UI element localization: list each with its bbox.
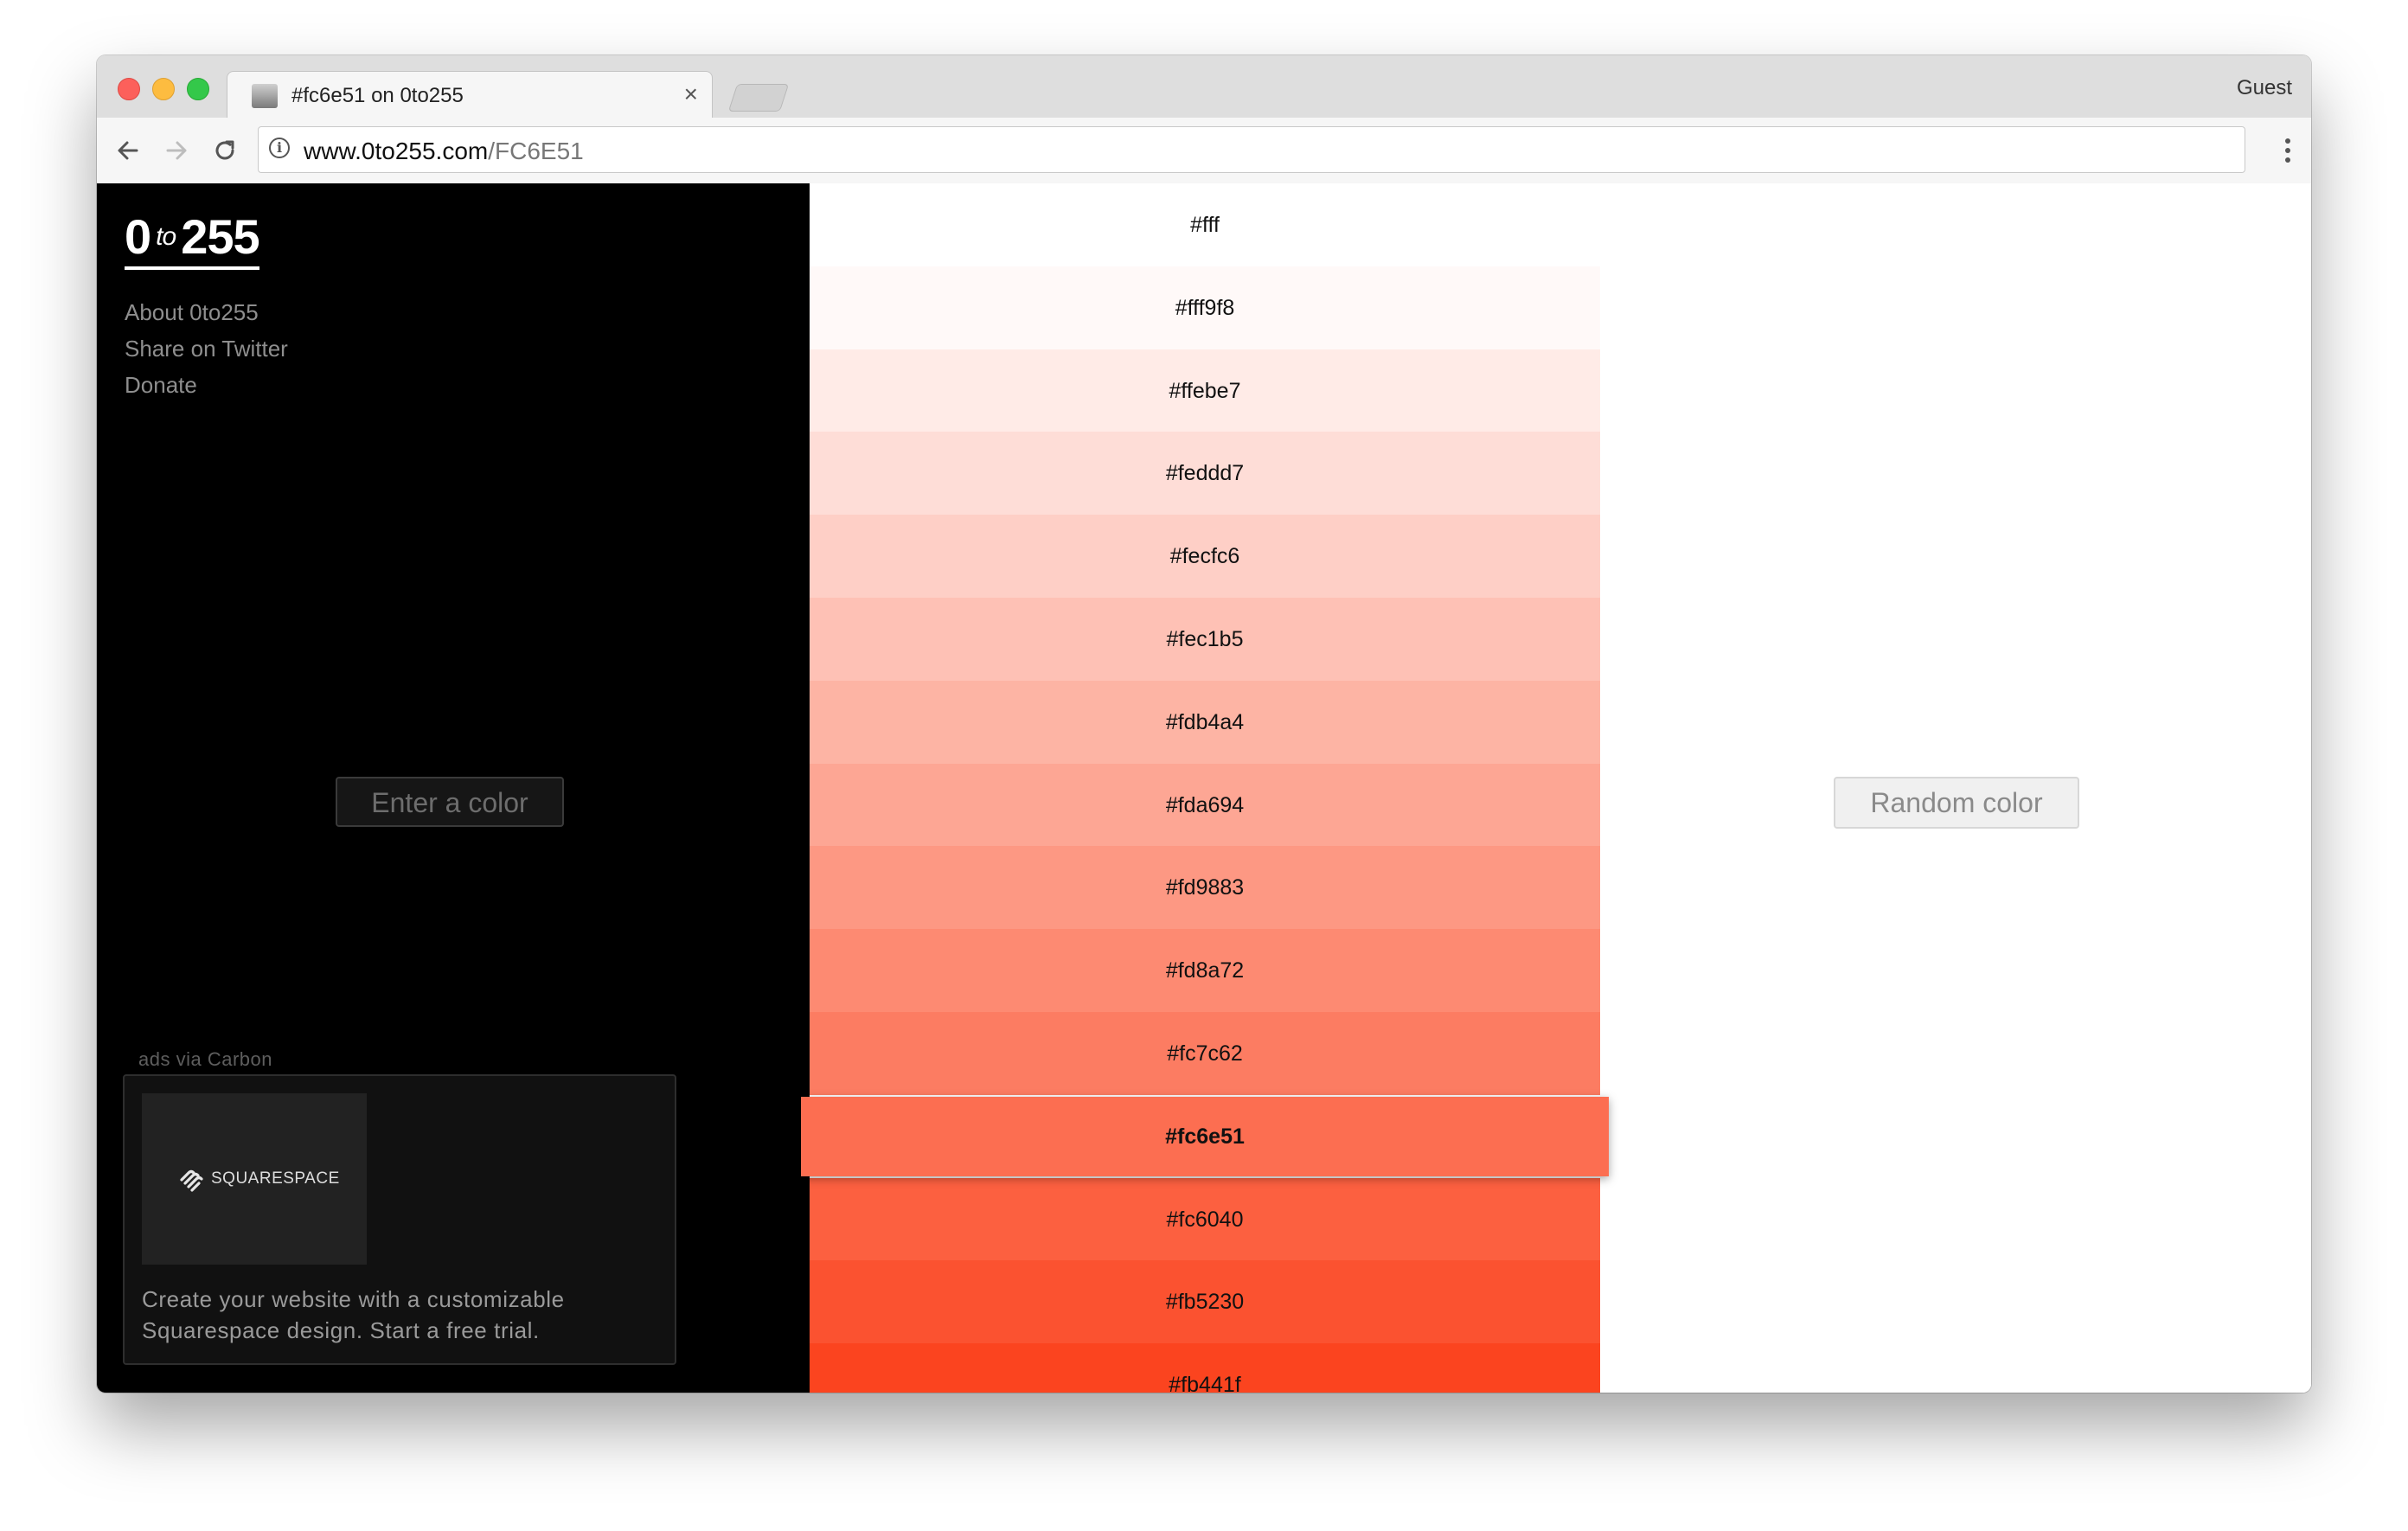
logo-to: to: [156, 222, 176, 251]
shade-row[interactable]: #fff: [810, 183, 1600, 266]
browser-tab-active[interactable]: #fc6e51 on 0to255 ×: [227, 71, 713, 119]
back-button[interactable]: [111, 133, 145, 168]
shade-row[interactable]: #fdb4a4: [810, 681, 1600, 764]
tab-close-icon[interactable]: ×: [684, 82, 698, 106]
sidebar-links: About 0to255 Share on Twitter Donate: [125, 294, 288, 403]
shade-row[interactable]: #fb441f: [810, 1343, 1600, 1393]
profile-button[interactable]: Guest: [2237, 76, 2292, 100]
share-twitter-link[interactable]: Share on Twitter: [125, 330, 288, 367]
minimize-window-button[interactable]: [152, 78, 175, 100]
forward-button[interactable]: [159, 133, 194, 168]
shade-list: #fff #fff9f8 #ffebe7 #feddd7 #fecfc6 #fec1b5 #…: [801, 183, 1609, 1393]
page-content: 0 to 255 About 0to255 Share on Twitter Don…: [97, 183, 2311, 1393]
sidebar: 0 to 255 About 0to255 Share on Twitter Don…: [97, 183, 810, 1393]
shade-row[interactable]: #fecfc6: [810, 515, 1600, 598]
carbon-ad[interactable]: SQUARESPACE Create your website with a c…: [123, 1074, 676, 1365]
favicon-icon: [252, 84, 278, 108]
logo-left: 0: [125, 209, 151, 264]
browser-toolbar: i www.0to255.com/FC6E51: [97, 118, 2311, 184]
shade-row[interactable]: #fd9883: [810, 846, 1600, 929]
about-link[interactable]: About 0to255: [125, 294, 288, 330]
donate-link[interactable]: Donate: [125, 367, 288, 403]
arrow-left-icon: [118, 141, 138, 160]
reload-button[interactable]: [208, 133, 242, 168]
ad-label[interactable]: ads via Carbon: [138, 1048, 272, 1071]
close-window-button[interactable]: [118, 78, 140, 100]
shade-row[interactable]: #fc7c62: [810, 1012, 1600, 1095]
browser-menu-icon[interactable]: [2283, 138, 2292, 166]
tab-title: #fc6e51 on 0to255: [291, 84, 464, 107]
arrow-right-icon: [166, 141, 187, 160]
random-color-button[interactable]: Random color: [1834, 777, 2079, 829]
shade-row[interactable]: #ffebe7: [810, 349, 1600, 432]
url-path: /FC6E51: [488, 138, 584, 164]
shade-row[interactable]: #fb5230: [810, 1260, 1600, 1343]
enter-color-input[interactable]: Enter a color: [336, 777, 564, 827]
ad-image[interactable]: SQUARESPACE: [142, 1093, 367, 1265]
new-tab-button[interactable]: [727, 84, 790, 112]
url-text[interactable]: www.0to255.com/FC6E51: [304, 138, 584, 165]
shade-row-selected[interactable]: #fc6e51: [801, 1097, 1609, 1176]
address-bar[interactable]: i www.0to255.com/FC6E51: [258, 126, 2245, 173]
logo-right: 255: [181, 209, 259, 264]
shade-row[interactable]: #fec1b5: [810, 598, 1600, 681]
url-host: www.0to255.com: [304, 138, 489, 164]
shade-row[interactable]: #feddd7: [810, 432, 1600, 515]
tab-strip: #fc6e51 on 0to255 × Guest: [97, 55, 2311, 119]
squarespace-logo-icon: [180, 1169, 203, 1192]
ad-brand: SQUARESPACE: [211, 1169, 340, 1188]
shade-row[interactable]: #fff9f8: [810, 266, 1600, 349]
ad-text[interactable]: Create your website with a customizable …: [142, 1284, 652, 1346]
browser-window: #fc6e51 on 0to255 × Guest i www.0to255.c…: [97, 55, 2311, 1393]
info-icon[interactable]: i: [269, 138, 290, 158]
site-logo[interactable]: 0 to 255: [125, 213, 260, 270]
reload-icon: [215, 140, 234, 160]
shade-row[interactable]: #fd8a72: [810, 929, 1600, 1012]
shade-row[interactable]: #fc6040: [810, 1178, 1600, 1261]
maximize-window-button[interactable]: [187, 78, 209, 100]
shade-row[interactable]: #fda694: [810, 764, 1600, 847]
